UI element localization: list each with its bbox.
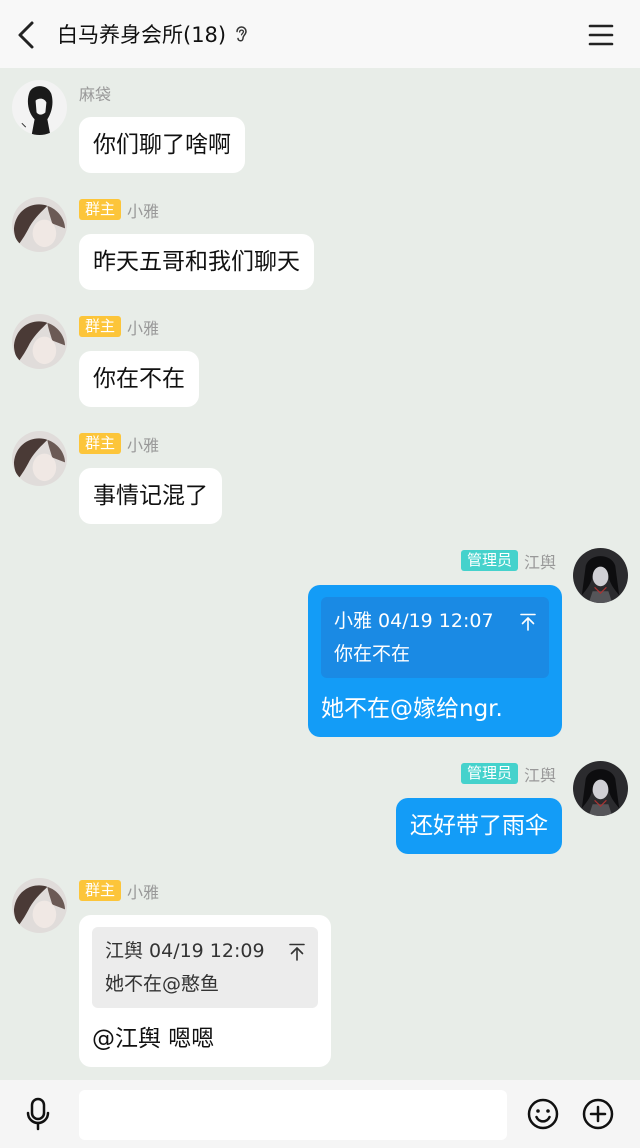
emoji-button[interactable]	[527, 1098, 559, 1130]
avatar[interactable]	[12, 878, 67, 933]
owner-badge: 群主	[79, 433, 122, 454]
avatar[interactable]	[12, 431, 67, 486]
quote-header: 小雅 04/19 12:07	[334, 605, 494, 638]
sender-name[interactable]: 小雅	[127, 879, 159, 903]
sender-meta: 群主 小雅	[79, 315, 159, 339]
message-text: 你在不在	[93, 366, 185, 392]
message-bubble[interactable]: 昨天五哥和我们聊天	[79, 234, 314, 290]
jump-to-original-icon[interactable]	[289, 943, 305, 961]
message-bubble[interactable]: 你们聊了啥啊	[79, 117, 245, 173]
sender-name[interactable]: 小雅	[127, 198, 159, 222]
admin-badge: 管理员	[460, 550, 518, 571]
quote-block[interactable]: 江舆 04/19 12:09 她不在@憨鱼	[92, 927, 318, 1008]
menu-button[interactable]	[588, 22, 614, 48]
sender-meta: 管理员 江舆	[460, 762, 556, 786]
voice-button[interactable]	[26, 1096, 50, 1132]
more-button[interactable]	[582, 1098, 614, 1130]
chat-title: 白马养身会所(18)	[57, 23, 227, 47]
sender-meta: 群主 小雅	[79, 879, 159, 903]
sender-name[interactable]: 江舆	[524, 762, 556, 786]
message-row: 群主 小雅 江舆 04/19 12:09 她不在@憨鱼 @江舆 嗯嗯	[0, 878, 640, 1067]
avatar[interactable]	[573, 761, 628, 816]
quote-block[interactable]: 小雅 04/19 12:07 你在不在	[321, 597, 549, 678]
quote-time: 04/19 12:07	[378, 610, 494, 632]
jump-to-original-icon[interactable]	[520, 613, 536, 631]
message-bubble[interactable]: 小雅 04/19 12:07 你在不在 她不在@嫁给ngr.	[308, 585, 562, 737]
avatar[interactable]	[12, 197, 67, 252]
header-bar: 白马养身会所(18)	[0, 0, 640, 68]
owner-badge: 群主	[79, 316, 122, 337]
quote-time: 04/19 12:09	[149, 940, 265, 962]
ear-icon	[235, 25, 248, 44]
message-text: 你们聊了啥啊	[93, 132, 231, 158]
sender-name[interactable]: 小雅	[127, 315, 159, 339]
message-bubble[interactable]: 江舆 04/19 12:09 她不在@憨鱼 @江舆 嗯嗯	[79, 915, 331, 1067]
message-bubble[interactable]: 你在不在	[79, 351, 199, 407]
quote-sender: 小雅	[334, 610, 373, 632]
avatar[interactable]	[12, 80, 67, 135]
quote-sender: 江舆	[105, 940, 144, 962]
sender-name[interactable]: 江舆	[524, 549, 556, 573]
plus-icon	[582, 1098, 614, 1130]
sender-meta: 麻袋	[79, 81, 111, 105]
message-text: 昨天五哥和我们聊天	[93, 249, 300, 275]
message-input[interactable]	[79, 1090, 507, 1140]
quote-text: 你在不在	[334, 643, 411, 665]
message-text: @江舆 嗯嗯	[92, 1026, 215, 1052]
message-text: 还好带了雨伞	[410, 813, 548, 839]
quote-text: 她不在@憨鱼	[105, 973, 220, 995]
admin-badge: 管理员	[460, 763, 518, 784]
back-arrow-icon	[18, 21, 34, 49]
menu-icon	[588, 24, 614, 46]
quote-header: 江舆 04/19 12:09	[105, 935, 265, 968]
message-bubble[interactable]: 事情记混了	[79, 468, 222, 524]
sender-name[interactable]: 麻袋	[79, 81, 111, 105]
sender-meta: 群主 小雅	[79, 432, 159, 456]
sender-name[interactable]: 小雅	[127, 432, 159, 456]
message-text: 事情记混了	[93, 483, 208, 509]
owner-badge: 群主	[79, 880, 122, 901]
message-bubble[interactable]: 还好带了雨伞	[396, 798, 562, 854]
sender-meta: 管理员 江舆	[460, 549, 556, 573]
message-row: 管理员 江舆 小雅 04/19 12:07 你在不在 她不在@嫁给ngr.	[0, 548, 640, 737]
sender-meta: 群主 小雅	[79, 198, 159, 222]
avatar[interactable]	[573, 548, 628, 603]
avatar[interactable]	[12, 314, 67, 369]
chat-title-area[interactable]: 白马养身会所(18)	[57, 0, 248, 68]
emoji-icon	[527, 1098, 559, 1130]
back-button[interactable]	[12, 16, 42, 52]
microphone-icon	[26, 1097, 50, 1131]
input-bar	[0, 1080, 640, 1148]
message-text: 她不在@嫁给ngr.	[321, 696, 503, 722]
owner-badge: 群主	[79, 199, 122, 220]
